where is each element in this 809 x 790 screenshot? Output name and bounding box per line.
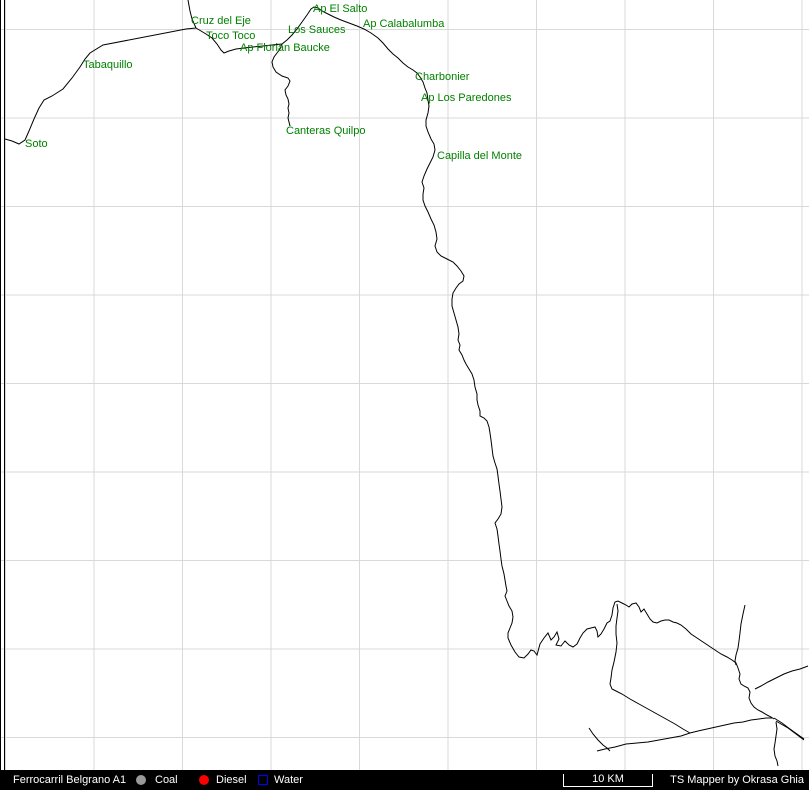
station-label: Charbonier xyxy=(415,71,470,83)
station-label: Ap Los Paredones xyxy=(421,92,512,104)
diesel-legend-label: Diesel xyxy=(216,770,247,790)
station-label: Toco Toco xyxy=(206,30,255,42)
status-bar: Ferrocarril Belgrano A1 Coal Diesel Wate… xyxy=(0,770,809,790)
scale-label: 10 KM xyxy=(592,773,624,785)
credit-label: TS Mapper by Okrasa Ghia xyxy=(670,770,804,790)
railway-soto-tabaquillo-line xyxy=(5,28,196,144)
station-label: Tabaquillo xyxy=(83,59,133,71)
station-label: Ap El Salto xyxy=(313,3,367,15)
station-label: Ap Florian Baucke xyxy=(240,42,330,54)
station-label: Ap Calabalumba xyxy=(363,18,445,30)
map-canvas[interactable]: Cruz del Eje Toco Toco Los Sauces Ap Floria… xyxy=(0,0,809,770)
station-label: Capilla del Monte xyxy=(437,150,522,162)
water-legend-label: Water xyxy=(274,770,303,790)
railway-east-connector xyxy=(690,718,772,733)
railway-main-line xyxy=(196,7,774,719)
station-label: Soto xyxy=(25,138,48,150)
railway-south-spur xyxy=(774,722,778,766)
station-label: Canteras Quilpo xyxy=(286,125,366,137)
railway-north-approach xyxy=(735,605,745,665)
railway-right-edge-line xyxy=(755,666,808,689)
ts-mapper-window: Cruz del Eje Toco Toco Los Sauces Ap Floria… xyxy=(0,0,809,790)
station-label: Cruz del Eje xyxy=(191,15,251,27)
scale-bar: 10 KM xyxy=(563,774,653,787)
coal-legend-label: Coal xyxy=(155,770,178,790)
railway-southwest-line xyxy=(597,733,690,751)
route-name-label: Ferrocarril Belgrano A1 xyxy=(13,770,126,790)
railway-map[interactable]: Cruz del Eje Toco Toco Los Sauces Ap Floria… xyxy=(0,0,809,770)
railway-canteras-quilpo-branch xyxy=(272,44,290,126)
diesel-indicator-icon xyxy=(199,775,209,785)
coal-indicator-icon xyxy=(136,775,146,785)
railway-fork-stub xyxy=(589,728,610,751)
station-label: Los Sauces xyxy=(288,24,346,36)
water-indicator-icon xyxy=(258,775,268,785)
